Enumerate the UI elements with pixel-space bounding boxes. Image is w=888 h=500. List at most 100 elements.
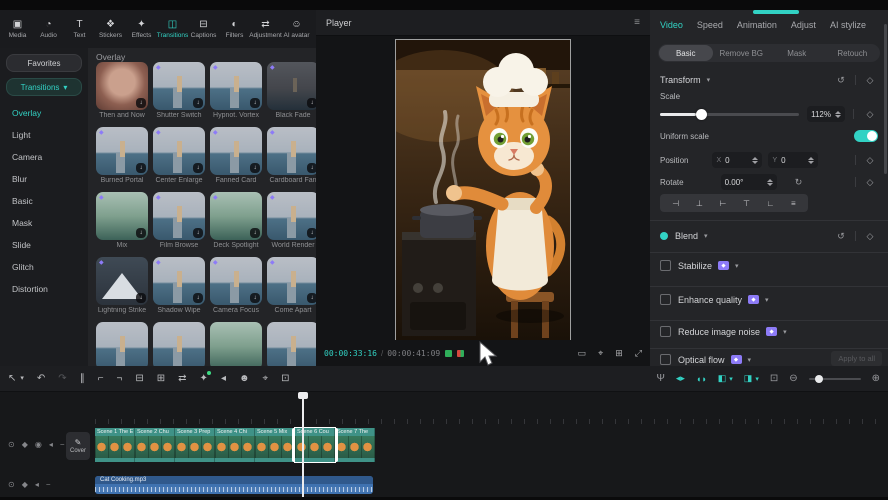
transition-item[interactable]: [96, 322, 148, 366]
audio-tool-icon[interactable]: ◂: [221, 373, 226, 385]
stepper-icon[interactable]: [752, 157, 758, 164]
transitions-dropdown[interactable]: Transitions▾: [6, 78, 82, 96]
align-right-icon[interactable]: ⊢: [719, 199, 726, 208]
keyframe-icon[interactable]: ◇: [862, 174, 878, 190]
align-top-icon[interactable]: ⊤: [743, 199, 750, 208]
subtab-retouch[interactable]: Retouch: [826, 45, 880, 61]
clip-scene-7[interactable]: Scene 7 The: [335, 428, 375, 462]
player-menu-icon[interactable]: ≡: [634, 17, 640, 28]
transition-item[interactable]: [153, 322, 205, 366]
trim-left-icon[interactable]: ⌐: [98, 373, 104, 385]
transition-item[interactable]: ◆↓Camera Focus: [210, 257, 262, 314]
sidebar-item-mask[interactable]: Mask: [0, 212, 88, 234]
display-tool-icon[interactable]: ⊡: [281, 373, 289, 385]
sidebar-item-light[interactable]: Light: [0, 124, 88, 146]
optical-flow-checkbox[interactable]: [660, 354, 671, 365]
sidebar-item-basic[interactable]: Basic: [0, 190, 88, 212]
tab-ai-stylize[interactable]: AI stylize: [830, 20, 866, 30]
subtab-basic[interactable]: Basic: [659, 45, 713, 61]
distribute-icon[interactable]: ≡: [791, 199, 796, 208]
transition-item[interactable]: ↓Then and Now: [96, 62, 148, 119]
sidebar-item-blur[interactable]: Blur: [0, 168, 88, 190]
favorites-button[interactable]: Favorites: [6, 54, 82, 72]
clip-scene-5[interactable]: Scene 5 Mix: [255, 428, 295, 462]
fullscreen-icon[interactable]: ⤢: [635, 348, 642, 359]
scale-slider-thumb[interactable]: [696, 109, 707, 120]
transition-item[interactable]: ◆↓Center Enlarge: [153, 127, 205, 184]
preview-quality-icon[interactable]: ⊡: [770, 373, 778, 384]
position-x-box[interactable]: X 0: [712, 152, 762, 168]
clip-scene-4[interactable]: Scene 4 Chi: [215, 428, 255, 462]
keyframe-icon[interactable]: ◇: [862, 72, 878, 88]
rotate-dial-icon[interactable]: ↻: [791, 174, 807, 190]
timeline-ruler[interactable]: [95, 392, 888, 424]
chevron-down-icon[interactable]: ▾: [748, 356, 752, 364]
clip-scene-1[interactable]: Scene 1 The E: [95, 428, 135, 462]
video-preview[interactable]: [396, 40, 570, 340]
blend-enabled-icon[interactable]: [660, 232, 668, 240]
collapse-track-icon[interactable]: −: [46, 480, 51, 489]
mirror-icon[interactable]: ⇄: [178, 373, 186, 385]
crop-icon[interactable]: ⊞: [157, 373, 165, 385]
preview-axis-toggle[interactable]: ◧▾: [718, 373, 733, 384]
transition-item[interactable]: ◆↓Come Apart: [267, 257, 316, 314]
cover-button[interactable]: ✎ Cover: [66, 432, 90, 460]
tab-media[interactable]: ▣Media: [2, 20, 33, 39]
tab-video[interactable]: Video: [660, 20, 683, 30]
transition-item[interactable]: [267, 322, 316, 366]
tab-effects[interactable]: ✦Effects: [126, 20, 157, 39]
tab-filters[interactable]: ◐Filters: [219, 20, 250, 39]
sidebar-item-glitch[interactable]: Glitch: [0, 256, 88, 278]
opacity-icon[interactable]: ◆: [22, 480, 28, 489]
select-tool-icon[interactable]: ↖: [8, 373, 16, 385]
clip-scene-3[interactable]: Scene 3 Prep: [175, 428, 215, 462]
reduce-noise-checkbox[interactable]: [660, 326, 671, 337]
tab-stickers[interactable]: ❖Stickers: [95, 20, 126, 39]
redo-icon[interactable]: ↷: [58, 373, 66, 385]
align-bottom-icon[interactable]: ⊥: [696, 199, 703, 208]
stepper-icon[interactable]: [767, 179, 773, 186]
stepper-icon[interactable]: [808, 157, 814, 164]
lock-track-icon[interactable]: ⊙: [8, 440, 15, 449]
audio-clip[interactable]: Cat Cooking.mp3: [95, 476, 373, 494]
focus-tool-icon[interactable]: ⌖: [263, 373, 269, 385]
scrollbar[interactable]: [884, 24, 887, 174]
snapshot-icon[interactable]: ⌖: [598, 348, 603, 359]
tab-captions[interactable]: ⊟Captions: [188, 20, 219, 39]
transition-item[interactable]: ◆↓Hypnot. Vortex: [210, 62, 262, 119]
tab-animation[interactable]: Animation: [737, 20, 777, 30]
align-left-icon[interactable]: ⊣: [672, 199, 679, 208]
keyframe-icon[interactable]: ◇: [862, 106, 878, 122]
character-tool-icon[interactable]: ☻: [239, 373, 250, 385]
tab-adjustment[interactable]: ⇄Adjustment: [250, 20, 281, 39]
transition-item[interactable]: ◆↓Shutter Switch: [153, 62, 205, 119]
transition-item[interactable]: ◆↓Film Browse: [153, 192, 205, 249]
rotate-value-box[interactable]: 0.00°: [721, 174, 777, 190]
zoom-out-icon[interactable]: ⊖: [789, 373, 797, 384]
transition-item[interactable]: ◆↓Lightning Strike: [96, 257, 148, 314]
tab-speed[interactable]: Speed: [697, 20, 723, 30]
collapse-track-icon[interactable]: −: [60, 440, 65, 449]
stepper-icon[interactable]: [835, 111, 841, 118]
tool-caret-icon[interactable]: ▾: [20, 373, 24, 385]
clip-scene-6-selected[interactable]: Scene 6 Cou: [295, 428, 335, 462]
chevron-down-icon[interactable]: ▾: [707, 76, 711, 84]
transition-item[interactable]: ◆↓Black Fade: [267, 62, 316, 119]
transition-item[interactable]: ◆↓Shadow Wipe: [153, 257, 205, 314]
sidebar-item-overlay[interactable]: Overlay: [0, 102, 88, 124]
snap-toggle-icon[interactable]: ◂▸: [676, 373, 685, 384]
transition-item[interactable]: ◆↓Cardboard Fan: [267, 127, 316, 184]
sidebar-item-slide[interactable]: Slide: [0, 234, 88, 256]
enhance-quality-checkbox[interactable]: [660, 294, 671, 305]
lock-track-icon[interactable]: ⊙: [8, 480, 15, 489]
sidebar-item-distortion[interactable]: Distortion: [0, 278, 88, 300]
zoom-in-icon[interactable]: ⊕: [872, 373, 880, 384]
tab-audio[interactable]: ◔Audio: [33, 20, 64, 39]
tab-adjust[interactable]: Adjust: [791, 20, 816, 30]
reset-icon[interactable]: ↺: [833, 72, 849, 88]
tab-ai-avatar[interactable]: ☺AI avatar: [281, 20, 312, 39]
playhead[interactable]: [302, 392, 304, 497]
zoom-slider-thumb[interactable]: [815, 375, 823, 383]
keyframe-icon[interactable]: ◇: [862, 228, 878, 244]
undo-icon[interactable]: ↶: [37, 373, 45, 385]
